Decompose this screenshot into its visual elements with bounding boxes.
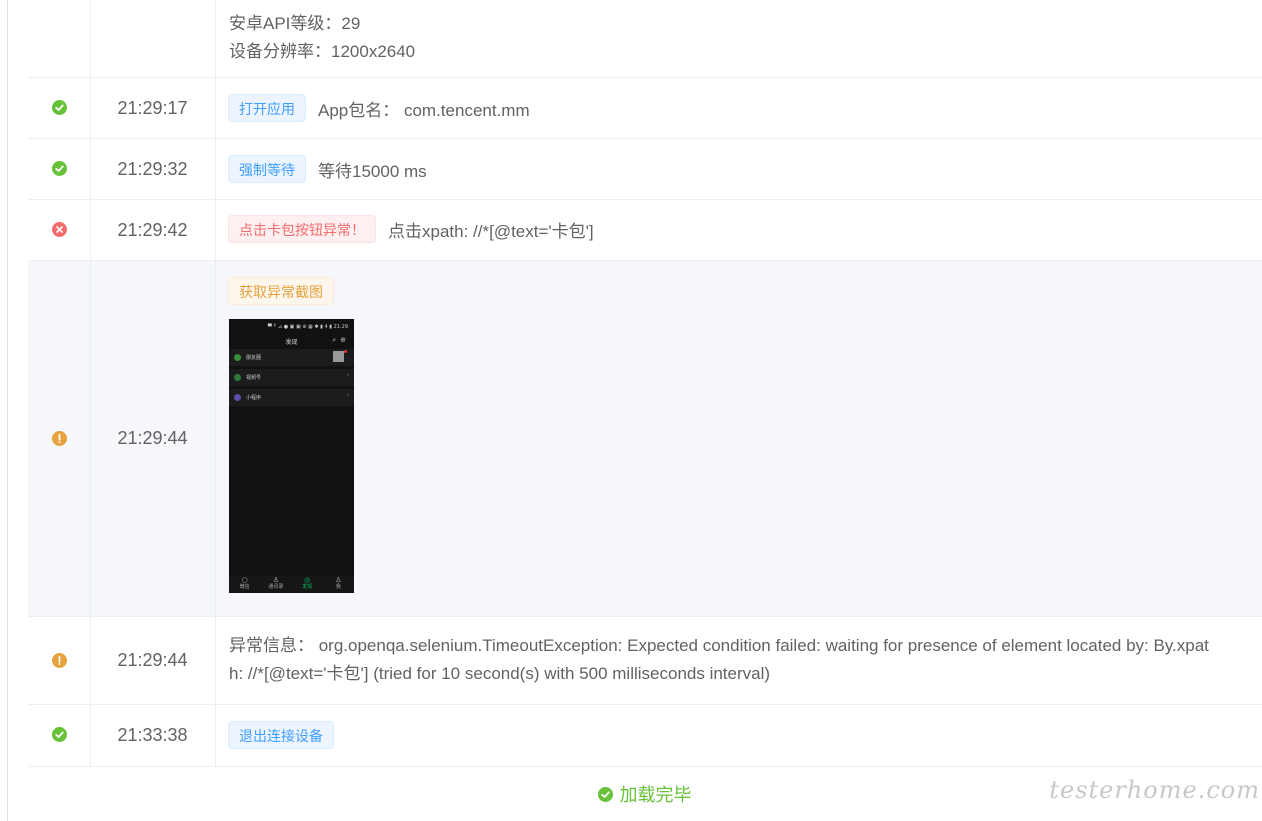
wait-text: 等待15000 ms bbox=[318, 161, 427, 181]
table-row: 21:29:32 强制等待 等待15000 ms bbox=[28, 139, 1262, 200]
content-cell: 安卓API等级：29 设备分辨率：1200x2640 bbox=[216, 0, 1262, 77]
success-check-icon bbox=[52, 100, 67, 115]
chevron-right-icon: › bbox=[347, 393, 349, 399]
table-row: 21:33:38 退出连接设备 bbox=[28, 705, 1262, 767]
time-cell: 21:33:38 bbox=[90, 705, 216, 766]
watermark: testerhome.com bbox=[1049, 776, 1260, 804]
mini-program-icon bbox=[234, 394, 241, 401]
action-tag: 退出连接设备 bbox=[228, 721, 334, 749]
phone-header-icons: ⌕⊕ bbox=[332, 337, 350, 344]
time-cell: 21:29:17 bbox=[90, 78, 216, 138]
api-level-text: 安卓API等级：29 bbox=[229, 14, 361, 33]
phone-tab: ◎ 发现 bbox=[292, 576, 323, 593]
time-cell: 21:29:44 bbox=[90, 261, 216, 616]
content-cell: 点击卡包按钮异常！ 点击xpath: //*[@text='卡包'] bbox=[216, 200, 1262, 260]
chevron-right-icon: › bbox=[347, 373, 349, 379]
phone-tab-bar: ○ 微信 ♙ 通讯录 ◎ 发现 ♙ 我 bbox=[229, 576, 354, 593]
phone-status-bar: ▀ ╹ ⊿ ● ▣ ▣ ⊕ ▦ ✱ ▮ 4 ▮ 21:29 bbox=[267, 324, 348, 330]
table-row: 安卓API等级：29 设备分辨率：1200x2640 bbox=[28, 0, 1262, 78]
chat-icon: ○ bbox=[241, 576, 248, 584]
phone-list-item: 视频号 › bbox=[229, 369, 354, 386]
status-cell bbox=[28, 0, 91, 77]
table-row: 21:29:44 获取异常截图 ▀ ╹ ⊿ ● ▣ ▣ ⊕ ▦ ✱ ▮ 4 ▮ … bbox=[28, 261, 1262, 617]
time-cell: 21:29:42 bbox=[90, 200, 216, 260]
phone-tab: ○ 微信 bbox=[229, 576, 260, 593]
phone-tab: ♙ 通讯录 bbox=[260, 576, 291, 593]
content-cell: 获取异常截图 ▀ ╹ ⊿ ● ▣ ▣ ⊕ ▦ ✱ ▮ 4 ▮ 21:29 发现 … bbox=[216, 261, 1262, 616]
warning-icon bbox=[52, 431, 67, 446]
action-tag: 强制等待 bbox=[228, 155, 306, 183]
content-cell: 退出连接设备 bbox=[216, 705, 1262, 766]
status-cell bbox=[28, 139, 91, 199]
time-cell: 21:29:32 bbox=[90, 139, 216, 199]
notification-dot bbox=[344, 350, 347, 353]
resolution-text: 设备分辨率：1200x2640 bbox=[229, 42, 416, 61]
load-complete-text: 加载完毕 bbox=[619, 785, 692, 805]
success-check-icon bbox=[52, 161, 67, 176]
panel-border bbox=[7, 0, 8, 821]
xpath-text: 点击xpath: //*[@text='卡包'] bbox=[388, 221, 594, 241]
status-cell bbox=[28, 261, 91, 616]
error-screenshot[interactable]: ▀ ╹ ⊿ ● ▣ ▣ ⊕ ▦ ✱ ▮ 4 ▮ 21:29 发现 ⌕⊕ 朋友圈 … bbox=[229, 319, 354, 593]
status-cell bbox=[28, 200, 91, 260]
content-cell: 异常信息： org.openqa.selenium.TimeoutExcepti… bbox=[216, 617, 1262, 704]
table-row: 21:29:17 打开应用 App包名： com.tencent.mm bbox=[28, 78, 1262, 139]
table-row: 21:29:44 异常信息： org.openqa.selenium.Timeo… bbox=[28, 617, 1262, 705]
discover-icon: ◎ bbox=[304, 576, 311, 584]
success-check-icon bbox=[597, 786, 613, 802]
status-cell bbox=[28, 705, 91, 766]
error-close-icon bbox=[52, 222, 67, 237]
status-cell bbox=[28, 78, 91, 138]
time-cell: 21:29:44 bbox=[90, 617, 216, 704]
channels-icon bbox=[234, 374, 241, 381]
exception-text-line-2: h: //*[@text='卡包'] (tried for 10 second(… bbox=[229, 664, 771, 683]
time-cell bbox=[90, 0, 216, 77]
avatar bbox=[333, 351, 344, 362]
status-cell bbox=[28, 617, 91, 704]
me-icon: ♙ bbox=[335, 576, 342, 584]
log-panel: 安卓API等级：29 设备分辨率：1200x2640 21:29:17 打开应用… bbox=[0, 0, 1262, 821]
moments-icon bbox=[234, 354, 241, 361]
phone-list-item: 朋友圈 bbox=[229, 349, 354, 366]
action-tag: 打开应用 bbox=[228, 94, 306, 122]
exception-text-line-1: 异常信息： org.openqa.selenium.TimeoutExcepti… bbox=[229, 636, 1209, 655]
content-cell: 强制等待 等待15000 ms bbox=[216, 139, 1262, 199]
content-cell: 打开应用 App包名： com.tencent.mm bbox=[216, 78, 1262, 138]
error-tag: 点击卡包按钮异常！ bbox=[228, 215, 376, 243]
warning-icon bbox=[52, 653, 67, 668]
phone-list-item: 小程序 › bbox=[229, 389, 354, 406]
table-row: 21:29:42 点击卡包按钮异常！ 点击xpath: //*[@text='卡… bbox=[28, 200, 1262, 261]
phone-tab: ♙ 我 bbox=[323, 576, 354, 593]
screenshot-tag: 获取异常截图 bbox=[228, 277, 334, 305]
package-text: App包名： com.tencent.mm bbox=[318, 100, 530, 120]
contacts-icon: ♙ bbox=[272, 576, 280, 584]
success-check-icon bbox=[52, 727, 67, 742]
